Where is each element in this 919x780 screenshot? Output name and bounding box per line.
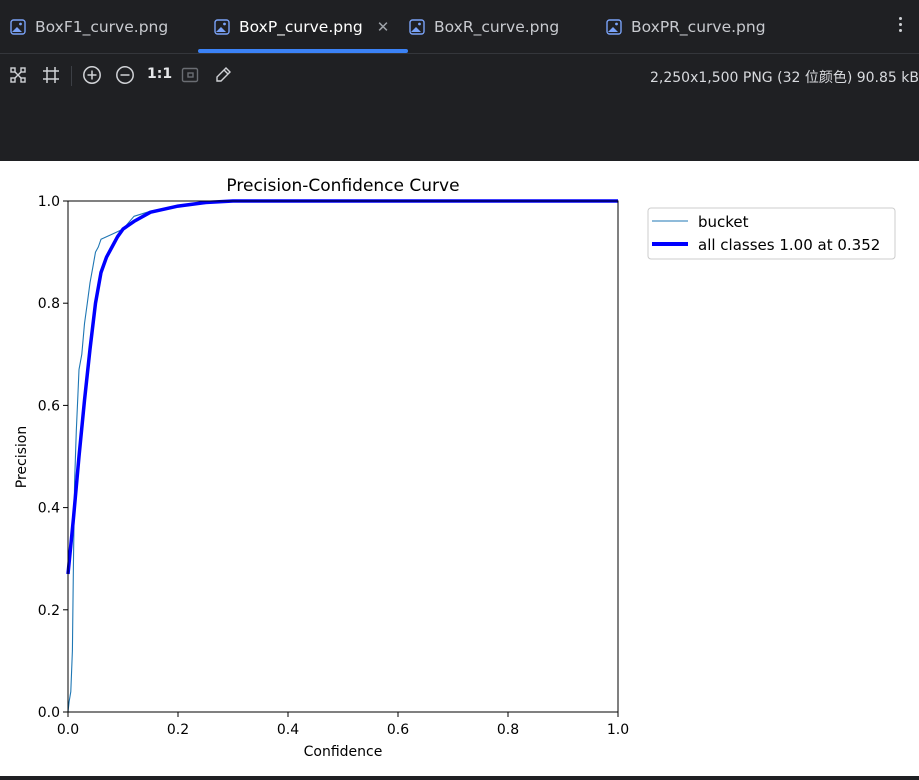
x-tick-label: 0.8	[497, 722, 519, 738]
legend-label-bucket: bucket	[698, 213, 749, 231]
x-tick-label: 0.4	[277, 722, 299, 738]
image-toolbar: 1:1 2,250x1,500 PNG (32 位颜色) 90.85 kB	[0, 54, 919, 98]
tab-boxpr-curve[interactable]: BoxPR_curve.png	[606, 0, 766, 53]
legend-label-all-classes: all classes 1.00 at 0.352	[698, 236, 880, 254]
toolbar-divider	[71, 66, 72, 86]
x-tick-label: 0.0	[57, 722, 79, 738]
x-tick-label: 0.2	[167, 722, 189, 738]
y-tick-label: 0.2	[38, 603, 60, 619]
y-tick-label: 0.4	[38, 501, 60, 517]
y-tick-label: 0.6	[38, 398, 60, 414]
fit-to-window-icon[interactable]	[7, 64, 29, 86]
y-tick-label: 0.0	[38, 705, 60, 721]
y-axis-label: Precision	[14, 426, 30, 488]
y-tick-label: 1.0	[38, 194, 60, 210]
fit-image-icon[interactable]	[179, 64, 201, 86]
tab-label: BoxPR_curve.png	[631, 17, 766, 36]
x-tick-label: 0.6	[387, 722, 409, 738]
series-line-all-classes	[66, 199, 618, 575]
precision-confidence-chart: Precision-Confidence Curve Confidence Pr…	[14, 176, 896, 760]
tab-boxr-curve[interactable]: BoxR_curve.png	[409, 0, 559, 53]
image-canvas: Precision-Confidence Curve Confidence Pr…	[0, 161, 919, 776]
more-options-icon[interactable]	[899, 17, 903, 35]
zoom-out-icon[interactable]	[114, 64, 136, 86]
image-file-icon	[10, 18, 26, 35]
tab-label: BoxP_curve.png	[239, 17, 363, 36]
plot-area: 0.0 0.2 0.4 0.6 0.8 1.0 0.0 0.2 0.4 0.6 0.8 1.0	[38, 194, 629, 738]
y-tick-label: 0.8	[38, 296, 60, 312]
image-info: 2,250x1,500 PNG (32 位颜色) 90.85 kB	[650, 70, 919, 86]
zoom-in-icon[interactable]	[81, 64, 103, 86]
close-icon[interactable]: ✕	[377, 18, 390, 36]
x-tick-label: 1.0	[607, 722, 629, 738]
active-tab-indicator	[198, 49, 409, 53]
image-file-icon	[606, 18, 622, 35]
image-file-icon	[409, 18, 425, 35]
tab-label: BoxF1_curve.png	[35, 17, 169, 36]
image-file-icon	[214, 18, 230, 35]
crop-icon[interactable]	[40, 64, 62, 86]
plot-frame	[67, 200, 619, 713]
tab-label: BoxR_curve.png	[434, 17, 560, 36]
x-axis-label: Confidence	[304, 744, 383, 760]
series-line-bucket	[67, 200, 618, 713]
tab-boxp-curve[interactable]: BoxP_curve.png ✕	[198, 0, 409, 53]
chart-title: Precision-Confidence Curve	[226, 176, 459, 196]
color-picker-icon[interactable]	[212, 64, 234, 86]
legend: bucket all classes 1.00 at 0.352	[647, 207, 896, 260]
tab-bar: BoxF1_curve.png BoxP_curve.png ✕ BoxR_cu…	[0, 0, 919, 54]
tab-boxf1-curve[interactable]: BoxF1_curve.png	[10, 0, 168, 53]
actual-size-button[interactable]: 1:1	[147, 66, 172, 82]
